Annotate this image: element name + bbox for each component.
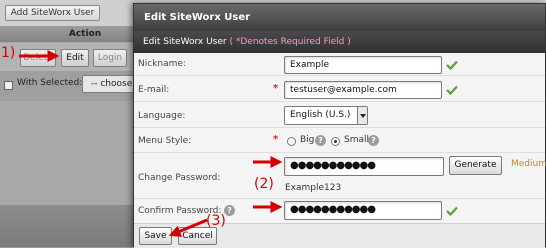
arrow-to-save-button [168,218,208,237]
annotation-arrows [19,50,283,237]
